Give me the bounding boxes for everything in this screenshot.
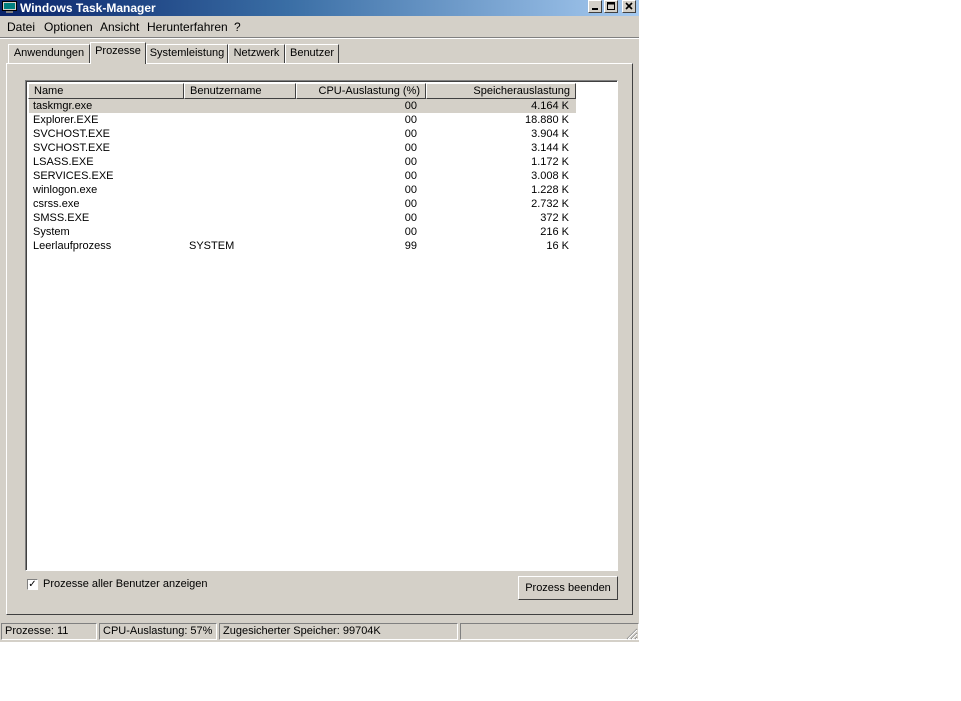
- task-manager-window: Windows Task-Manager Datei Optionen Ansi…: [0, 0, 639, 642]
- cell-name: SVCHOST.EXE: [33, 128, 111, 140]
- table-row[interactable]: csrss.exe 00 2.732 K: [29, 197, 576, 211]
- cell-memory: 16 K: [546, 240, 569, 252]
- cell-memory: 1.172 K: [531, 156, 569, 168]
- minimize-icon: [592, 8, 598, 10]
- show-all-users-label[interactable]: Prozesse aller Benutzer anzeigen: [43, 578, 207, 591]
- cell-cpu: 00: [404, 142, 417, 154]
- table-row[interactable]: System 00 216 K: [29, 225, 576, 239]
- cell-name: Explorer.EXE: [33, 114, 99, 126]
- column-header-cpu[interactable]: CPU-Auslastung (%): [296, 83, 426, 99]
- cell-cpu: 00: [404, 212, 417, 224]
- column-header-user[interactable]: Benutzername: [184, 83, 296, 99]
- cell-memory: 1.228 K: [531, 184, 569, 196]
- table-row[interactable]: taskmgr.exe 00 4.164 K: [29, 99, 576, 113]
- table-row[interactable]: SVCHOST.EXE 00 3.144 K: [29, 141, 576, 155]
- minimize-button[interactable]: [588, 0, 602, 13]
- cell-memory: 4.164 K: [531, 100, 569, 112]
- cell-name: SVCHOST.EXE: [33, 142, 111, 154]
- table-row[interactable]: Explorer.EXE 00 18.880 K: [29, 113, 576, 127]
- tab-anwendungen[interactable]: Anwendungen: [8, 44, 90, 63]
- status-cpu-usage: CPU-Auslastung: 57%: [99, 623, 217, 640]
- cell-name: csrss.exe: [33, 198, 80, 210]
- cell-cpu: 00: [404, 170, 417, 182]
- cell-memory: 3.144 K: [531, 142, 569, 154]
- menu-separator: [0, 37, 639, 39]
- cell-memory: 2.732 K: [531, 198, 569, 210]
- cell-cpu: 00: [404, 114, 417, 126]
- status-process-count: Prozesse: 11: [1, 623, 97, 640]
- cell-memory: 3.904 K: [531, 128, 569, 140]
- menu-herunterfahren[interactable]: Herunterfahren: [147, 20, 228, 34]
- table-row[interactable]: Leerlaufprozess SYSTEM 99 16 K: [29, 239, 576, 253]
- cell-name: LSASS.EXE: [33, 156, 94, 168]
- cell-cpu: 00: [404, 198, 417, 210]
- maximize-icon: [607, 2, 615, 10]
- column-header-name[interactable]: Name: [28, 83, 184, 99]
- resize-grip-icon[interactable]: [626, 628, 638, 640]
- menu-bar: Datei Optionen Ansicht Herunterfahren ?: [0, 17, 639, 37]
- table-row[interactable]: SMSS.EXE 00 372 K: [29, 211, 576, 225]
- cell-cpu: 99: [404, 240, 417, 252]
- cell-cpu: 00: [404, 100, 417, 112]
- close-icon: [625, 2, 633, 10]
- cell-name: taskmgr.exe: [33, 100, 93, 112]
- tab-netzwerk[interactable]: Netzwerk: [228, 44, 285, 63]
- task-manager-app-icon: [2, 1, 17, 13]
- menu-datei[interactable]: Datei: [7, 20, 35, 34]
- maximize-button[interactable]: [604, 0, 618, 13]
- tab-systemleistung[interactable]: Systemleistung: [146, 44, 228, 63]
- menu-optionen[interactable]: Optionen: [44, 20, 93, 34]
- cell-cpu: 00: [404, 128, 417, 140]
- table-row[interactable]: SVCHOST.EXE 00 3.904 K: [29, 127, 576, 141]
- cell-name: SMSS.EXE: [33, 212, 90, 224]
- cell-name: winlogon.exe: [33, 184, 98, 196]
- cell-cpu: 00: [404, 184, 417, 196]
- cell-user: SYSTEM: [189, 240, 235, 252]
- process-list[interactable]: Name Benutzername CPU-Auslastung (%) Spe…: [25, 80, 618, 571]
- cell-name: SERVICES.EXE: [33, 170, 114, 182]
- tab-prozesse[interactable]: Prozesse: [90, 42, 146, 64]
- status-bar: Prozesse: 11 CPU-Auslastung: 57% Zugesic…: [0, 622, 639, 641]
- status-committed-memory: Zugesicherter Speicher: 99704K: [219, 623, 458, 640]
- tab-benutzer[interactable]: Benutzer: [285, 44, 339, 63]
- table-row[interactable]: SERVICES.EXE 00 3.008 K: [29, 169, 576, 183]
- cell-memory: 372 K: [540, 212, 569, 224]
- cell-memory: 18.880 K: [524, 114, 569, 126]
- cell-name: Leerlaufprozess: [33, 240, 112, 252]
- menu-help[interactable]: ?: [234, 20, 241, 34]
- cell-cpu: 00: [404, 226, 417, 238]
- cell-name: System: [33, 226, 70, 238]
- close-button[interactable]: [622, 0, 636, 13]
- cell-memory: 3.008 K: [531, 170, 569, 182]
- cell-memory: 216 K: [540, 226, 569, 238]
- end-process-button[interactable]: Prozess beenden: [518, 576, 618, 600]
- show-all-users-checkbox[interactable]: ✓: [27, 579, 38, 590]
- checkmark-icon: ✓: [28, 579, 37, 590]
- menu-ansicht[interactable]: Ansicht: [100, 20, 139, 34]
- table-row[interactable]: winlogon.exe 00 1.228 K: [29, 183, 576, 197]
- column-header-memory[interactable]: Speicherauslastung: [426, 83, 576, 99]
- cell-cpu: 00: [404, 156, 417, 168]
- title-bar[interactable]: Windows Task-Manager: [0, 0, 639, 16]
- table-row[interactable]: LSASS.EXE 00 1.172 K: [29, 155, 576, 169]
- status-empty-panel: [460, 623, 639, 640]
- window-title: Windows Task-Manager: [20, 1, 156, 15]
